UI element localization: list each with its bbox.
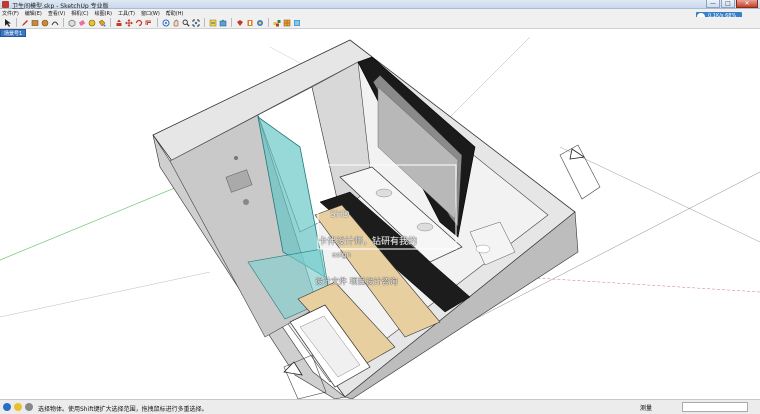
vanity-sink-2 (416, 222, 434, 232)
status-bar: 选择物体。使用Shift键扩大选择范围，拖拽鼠标进行多重选择。 测量 (0, 399, 760, 414)
credits-icon[interactable] (14, 403, 22, 411)
offset-icon[interactable] (144, 18, 153, 27)
layout-send-icon[interactable] (245, 18, 254, 27)
toilet-bowl (475, 244, 491, 254)
toolbar-separator (63, 18, 64, 27)
zoom-extents-icon[interactable] (191, 18, 200, 27)
components-icon[interactable] (272, 18, 281, 27)
menu-edit[interactable]: 编辑(E) (25, 10, 42, 17)
outliner-icon[interactable] (292, 18, 301, 27)
menu-draw[interactable]: 绘图(R) (95, 10, 112, 17)
menu-file[interactable]: 文件(F) (2, 10, 19, 17)
watermark-slogan: 卡伴设计师，钻研有我的 (318, 237, 418, 247)
close-button[interactable]: ✕ (736, 0, 758, 8)
get-models-icon[interactable] (208, 18, 217, 27)
sketchup-app-icon (2, 1, 9, 8)
menu-bar: 文件(F) 编辑(E) 查看(V) 相机(C) 绘图(R) 工具(T) 窗口(W… (0, 9, 760, 17)
toolbar-separator (268, 18, 269, 27)
measurements-label: 测量 (640, 405, 653, 412)
make-component-icon[interactable] (67, 18, 76, 27)
geo-location-icon[interactable] (3, 403, 11, 411)
push-pull-icon[interactable] (114, 18, 123, 27)
watermark-logo: SHD (330, 210, 350, 220)
toolbar-separator (157, 18, 158, 27)
select-arrow-icon[interactable] (3, 18, 12, 27)
measurements-input[interactable] (682, 402, 748, 412)
shower-valve (243, 199, 249, 205)
pencil-icon[interactable] (20, 18, 29, 27)
status-message: 选择物体。使用Shift键扩大选择范围，拖拽鼠标进行多重选择。 (38, 406, 208, 413)
title-bar: 卫生间模型.skp - SketchUp 专业版 — □ ✕ (0, 0, 760, 10)
extension-warehouse-icon[interactable] (235, 18, 244, 27)
menu-camera[interactable]: 相机(C) (71, 10, 88, 17)
rectangle-icon[interactable] (30, 18, 39, 27)
vanity-sink-1 (375, 188, 393, 198)
tape-measure-icon[interactable] (87, 18, 96, 27)
menu-window[interactable]: 窗口(W) (141, 10, 160, 17)
3d-viewport[interactable]: SHD esign 卡伴设计师，钻研有我的 设计文件 项目设计咨询 (0, 37, 760, 399)
bathroom-model-render (0, 37, 760, 399)
guide-line-4 (0, 271, 211, 318)
share-model-icon[interactable] (218, 18, 227, 27)
sketchup-window: 卫生间模型.skp - SketchUp 专业版 — □ ✕ 文件(F) 编辑(… (0, 0, 760, 414)
style-builder-icon[interactable] (255, 18, 264, 27)
menu-tools[interactable]: 工具(T) (118, 10, 135, 17)
rotate-icon[interactable] (134, 18, 143, 27)
paint-bucket-icon[interactable] (97, 18, 106, 27)
toolbar-separator (16, 18, 17, 27)
eraser-icon[interactable] (77, 18, 86, 27)
section-plane-marker-right[interactable] (569, 148, 586, 160)
window-controls: — □ ✕ (705, 0, 758, 8)
menu-help[interactable]: 帮助(H) (166, 10, 184, 17)
menu-view[interactable]: 查看(V) (48, 10, 65, 17)
pan-hand-icon[interactable] (171, 18, 180, 27)
materials-icon[interactable] (282, 18, 291, 27)
main-toolbar (0, 17, 760, 29)
guide-line (559, 146, 760, 243)
shower-head (234, 156, 238, 160)
circle-icon[interactable] (40, 18, 49, 27)
zoom-icon[interactable] (181, 18, 190, 27)
scene-tab-1[interactable]: 场景号1 (0, 29, 27, 37)
watermark-tagline: 设计文件 项目设计咨询 (315, 277, 398, 286)
section-plane-frame-right (559, 144, 601, 200)
watermark-logo-sub: esign (332, 251, 351, 259)
toolbar-separator (231, 18, 232, 27)
minimize-button[interactable]: — (706, 0, 720, 8)
maximize-button[interactable]: □ (721, 0, 735, 8)
help-icon[interactable] (25, 403, 33, 411)
move-icon[interactable] (124, 18, 133, 27)
toolbar-separator (204, 18, 205, 27)
orbit-icon[interactable] (161, 18, 170, 27)
toolbar-separator (110, 18, 111, 27)
arc-icon[interactable] (50, 18, 59, 27)
